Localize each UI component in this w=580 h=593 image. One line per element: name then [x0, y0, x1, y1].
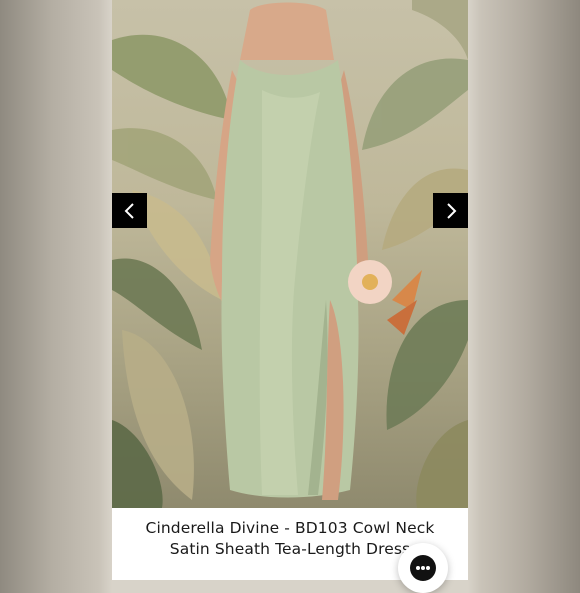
next-image-button[interactable]: [433, 193, 468, 228]
previous-image-button[interactable]: [112, 193, 147, 228]
flower: [348, 260, 392, 304]
chat-button[interactable]: [398, 543, 448, 593]
chat-dots-icon: [410, 555, 436, 581]
product-photo[interactable]: [112, 0, 468, 508]
chevron-left-icon: [124, 202, 134, 219]
chevron-right-icon: [446, 202, 456, 219]
product-title-line-1: Cinderella Divine - BD103 Cowl Neck: [145, 519, 435, 537]
product-card: Cinderella Divine - BD103 Cowl Neck Sati…: [112, 0, 468, 580]
dress-illustration: [112, 0, 468, 508]
